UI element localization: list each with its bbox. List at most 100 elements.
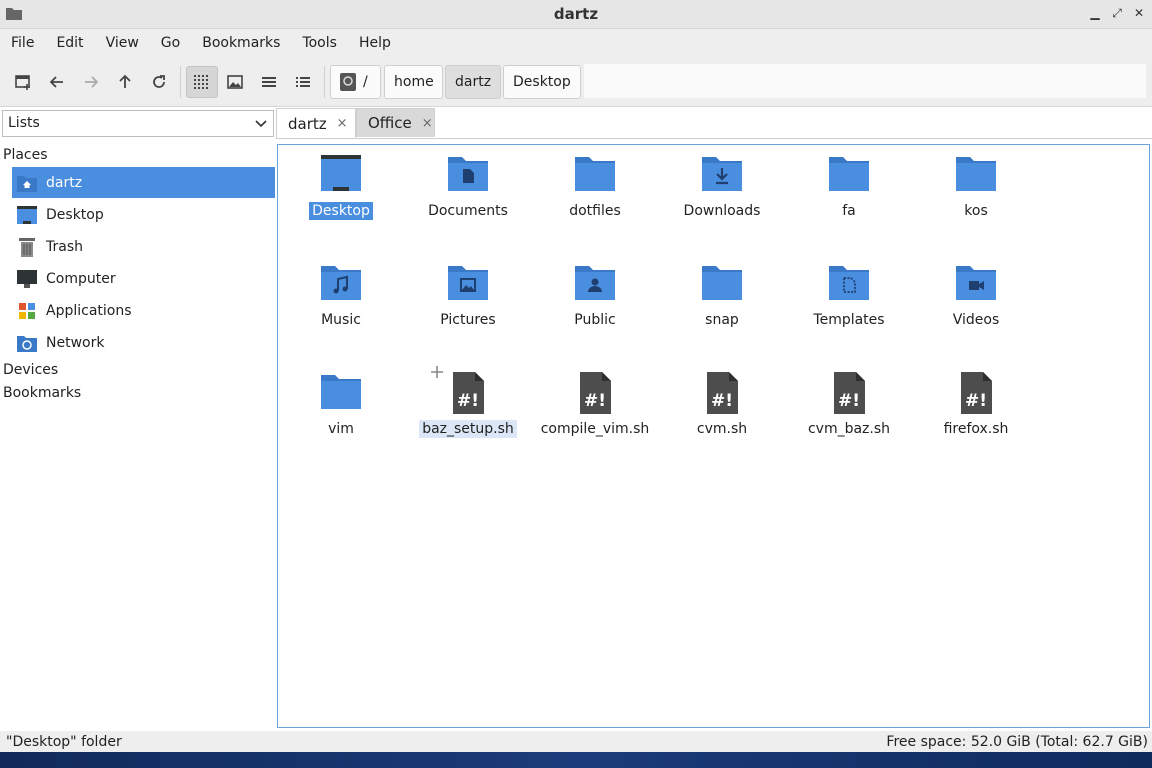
file-item-baz-setup[interactable]: #! baz_setup.sh: [405, 366, 531, 438]
path-segment-dartz[interactable]: dartz: [445, 65, 501, 99]
tab-dartz[interactable]: dartz ×: [276, 108, 356, 138]
templates-folder-icon: [829, 266, 869, 300]
detailed-list-icon: [296, 77, 310, 87]
maximize-icon[interactable]: ⤢: [1110, 6, 1124, 20]
sidebar: Places dartz Desktop Trash Computer Appl…: [0, 140, 276, 730]
file-item-dotfiles[interactable]: dotfiles: [532, 153, 658, 220]
sidebar-item-trash[interactable]: Trash: [12, 231, 275, 262]
menu-go[interactable]: Go: [150, 35, 191, 51]
minimize-icon[interactable]: ▁: [1088, 6, 1102, 20]
menu-edit[interactable]: Edit: [45, 35, 94, 51]
file-item-downloads[interactable]: Downloads: [659, 153, 785, 220]
up-button[interactable]: [110, 68, 140, 96]
file-label: snap: [705, 312, 739, 328]
file-item-documents[interactable]: Documents: [405, 153, 531, 220]
applications-icon: [19, 302, 35, 319]
window-title: dartz: [553, 5, 599, 23]
file-item-vim[interactable]: vim: [278, 371, 404, 438]
tab-close-icon[interactable]: ×: [422, 116, 433, 131]
tab-label: Office: [368, 114, 412, 132]
path-segment-desktop[interactable]: Desktop: [503, 65, 581, 99]
file-item-kos[interactable]: kos: [913, 153, 1039, 220]
tab-office[interactable]: Office ×: [356, 108, 435, 137]
file-item-desktop[interactable]: Desktop: [278, 153, 404, 220]
add-emblem-icon: [431, 366, 443, 378]
compact-view-button[interactable]: [254, 68, 284, 96]
svg-text:#!: #!: [457, 391, 479, 411]
folder-icon: [321, 375, 361, 409]
file-item-compile-vim[interactable]: #! compile_vim.sh: [532, 371, 658, 438]
menu-help[interactable]: Help: [348, 35, 402, 51]
sidebar-item-applications[interactable]: Applications: [12, 295, 275, 326]
back-button[interactable]: [42, 68, 72, 96]
menu-tools[interactable]: Tools: [291, 35, 348, 51]
file-label: Templates: [813, 312, 885, 328]
file-item-cvm-baz[interactable]: #! cvm_baz.sh: [786, 371, 912, 438]
file-item-pictures[interactable]: Pictures: [405, 262, 531, 329]
reload-button[interactable]: [144, 68, 174, 96]
file-label: kos: [964, 203, 988, 219]
close-icon[interactable]: ✕: [1132, 6, 1146, 20]
sidebar-item-label: Network: [46, 334, 105, 351]
desktop-icon: [17, 205, 37, 224]
network-icon: [17, 335, 37, 352]
pictures-folder-icon: [448, 266, 488, 300]
file-item-fa[interactable]: fa: [786, 153, 912, 220]
file-item-videos[interactable]: Videos: [913, 262, 1039, 329]
sidebar-item-computer[interactable]: Computer: [12, 263, 275, 294]
path-bar-empty-area[interactable]: [584, 64, 1146, 98]
folder-icon: [956, 157, 996, 191]
file-label: Downloads: [683, 203, 761, 219]
drive-icon: [340, 73, 356, 91]
selection-status: "Desktop" folder: [6, 734, 122, 750]
file-label: firefox.sh: [943, 421, 1009, 437]
chevron-down-icon: [255, 120, 267, 128]
file-label: Desktop: [309, 202, 373, 220]
thumbnail-view-button[interactable]: [220, 68, 250, 96]
places-header[interactable]: Places: [3, 147, 48, 163]
file-label: compile_vim.sh: [540, 421, 650, 437]
file-item-firefox[interactable]: #! firefox.sh: [913, 371, 1039, 438]
detailed-list-view-button[interactable]: [288, 68, 318, 96]
bookmarks-header[interactable]: Bookmarks: [3, 385, 81, 401]
grid-view-icon: [194, 75, 208, 89]
image-icon: [227, 75, 243, 89]
toolbar-separator: [180, 66, 181, 98]
menu-bookmarks[interactable]: Bookmarks: [191, 35, 291, 51]
side-pane-mode-select[interactable]: Lists: [2, 110, 274, 137]
tab-label: dartz: [288, 114, 327, 133]
compact-list-icon: [262, 77, 276, 87]
sidebar-item-label: Trash: [46, 238, 83, 255]
file-item-public[interactable]: Public: [532, 262, 658, 329]
tab-close-icon[interactable]: ×: [337, 116, 348, 131]
home-folder-icon: [17, 175, 37, 192]
arrow-left-icon: [49, 76, 63, 88]
forward-button[interactable]: [76, 68, 106, 96]
icon-view-button[interactable]: [186, 66, 218, 98]
new-tab-button[interactable]: [8, 68, 38, 96]
sidebar-item-dartz[interactable]: dartz: [12, 167, 275, 198]
file-item-snap[interactable]: snap: [659, 262, 785, 329]
sidebar-item-desktop[interactable]: Desktop: [12, 199, 275, 230]
file-item-templates[interactable]: Templates: [786, 262, 912, 329]
file-icon-view[interactable]: Desktop Documents dotfiles Downloads fa: [277, 144, 1150, 728]
menu-file[interactable]: File: [0, 35, 45, 51]
folder-icon: [575, 157, 615, 191]
script-file-icon: #!: [453, 372, 484, 414]
sidebar-item-network[interactable]: Network: [12, 327, 275, 358]
desktop-taskbar: [0, 752, 1152, 768]
free-space-status: Free space: 52.0 GiB (Total: 62.7 GiB): [886, 734, 1148, 750]
downloads-folder-icon: [702, 157, 742, 191]
file-item-cvm[interactable]: #! cvm.sh: [659, 371, 785, 438]
path-root-button[interactable]: /: [330, 65, 381, 99]
tab-bar: dartz × Office ×: [276, 106, 1152, 139]
file-label: Documents: [428, 203, 508, 219]
side-pane-mode-value: Lists: [8, 115, 40, 131]
public-folder-icon: [575, 266, 615, 300]
file-label: Pictures: [440, 312, 496, 328]
devices-header[interactable]: Devices: [3, 362, 58, 378]
path-segment-home[interactable]: home: [384, 65, 443, 99]
trash-icon: [19, 237, 35, 257]
menu-view[interactable]: View: [95, 35, 150, 51]
file-item-music[interactable]: Music: [278, 262, 404, 329]
